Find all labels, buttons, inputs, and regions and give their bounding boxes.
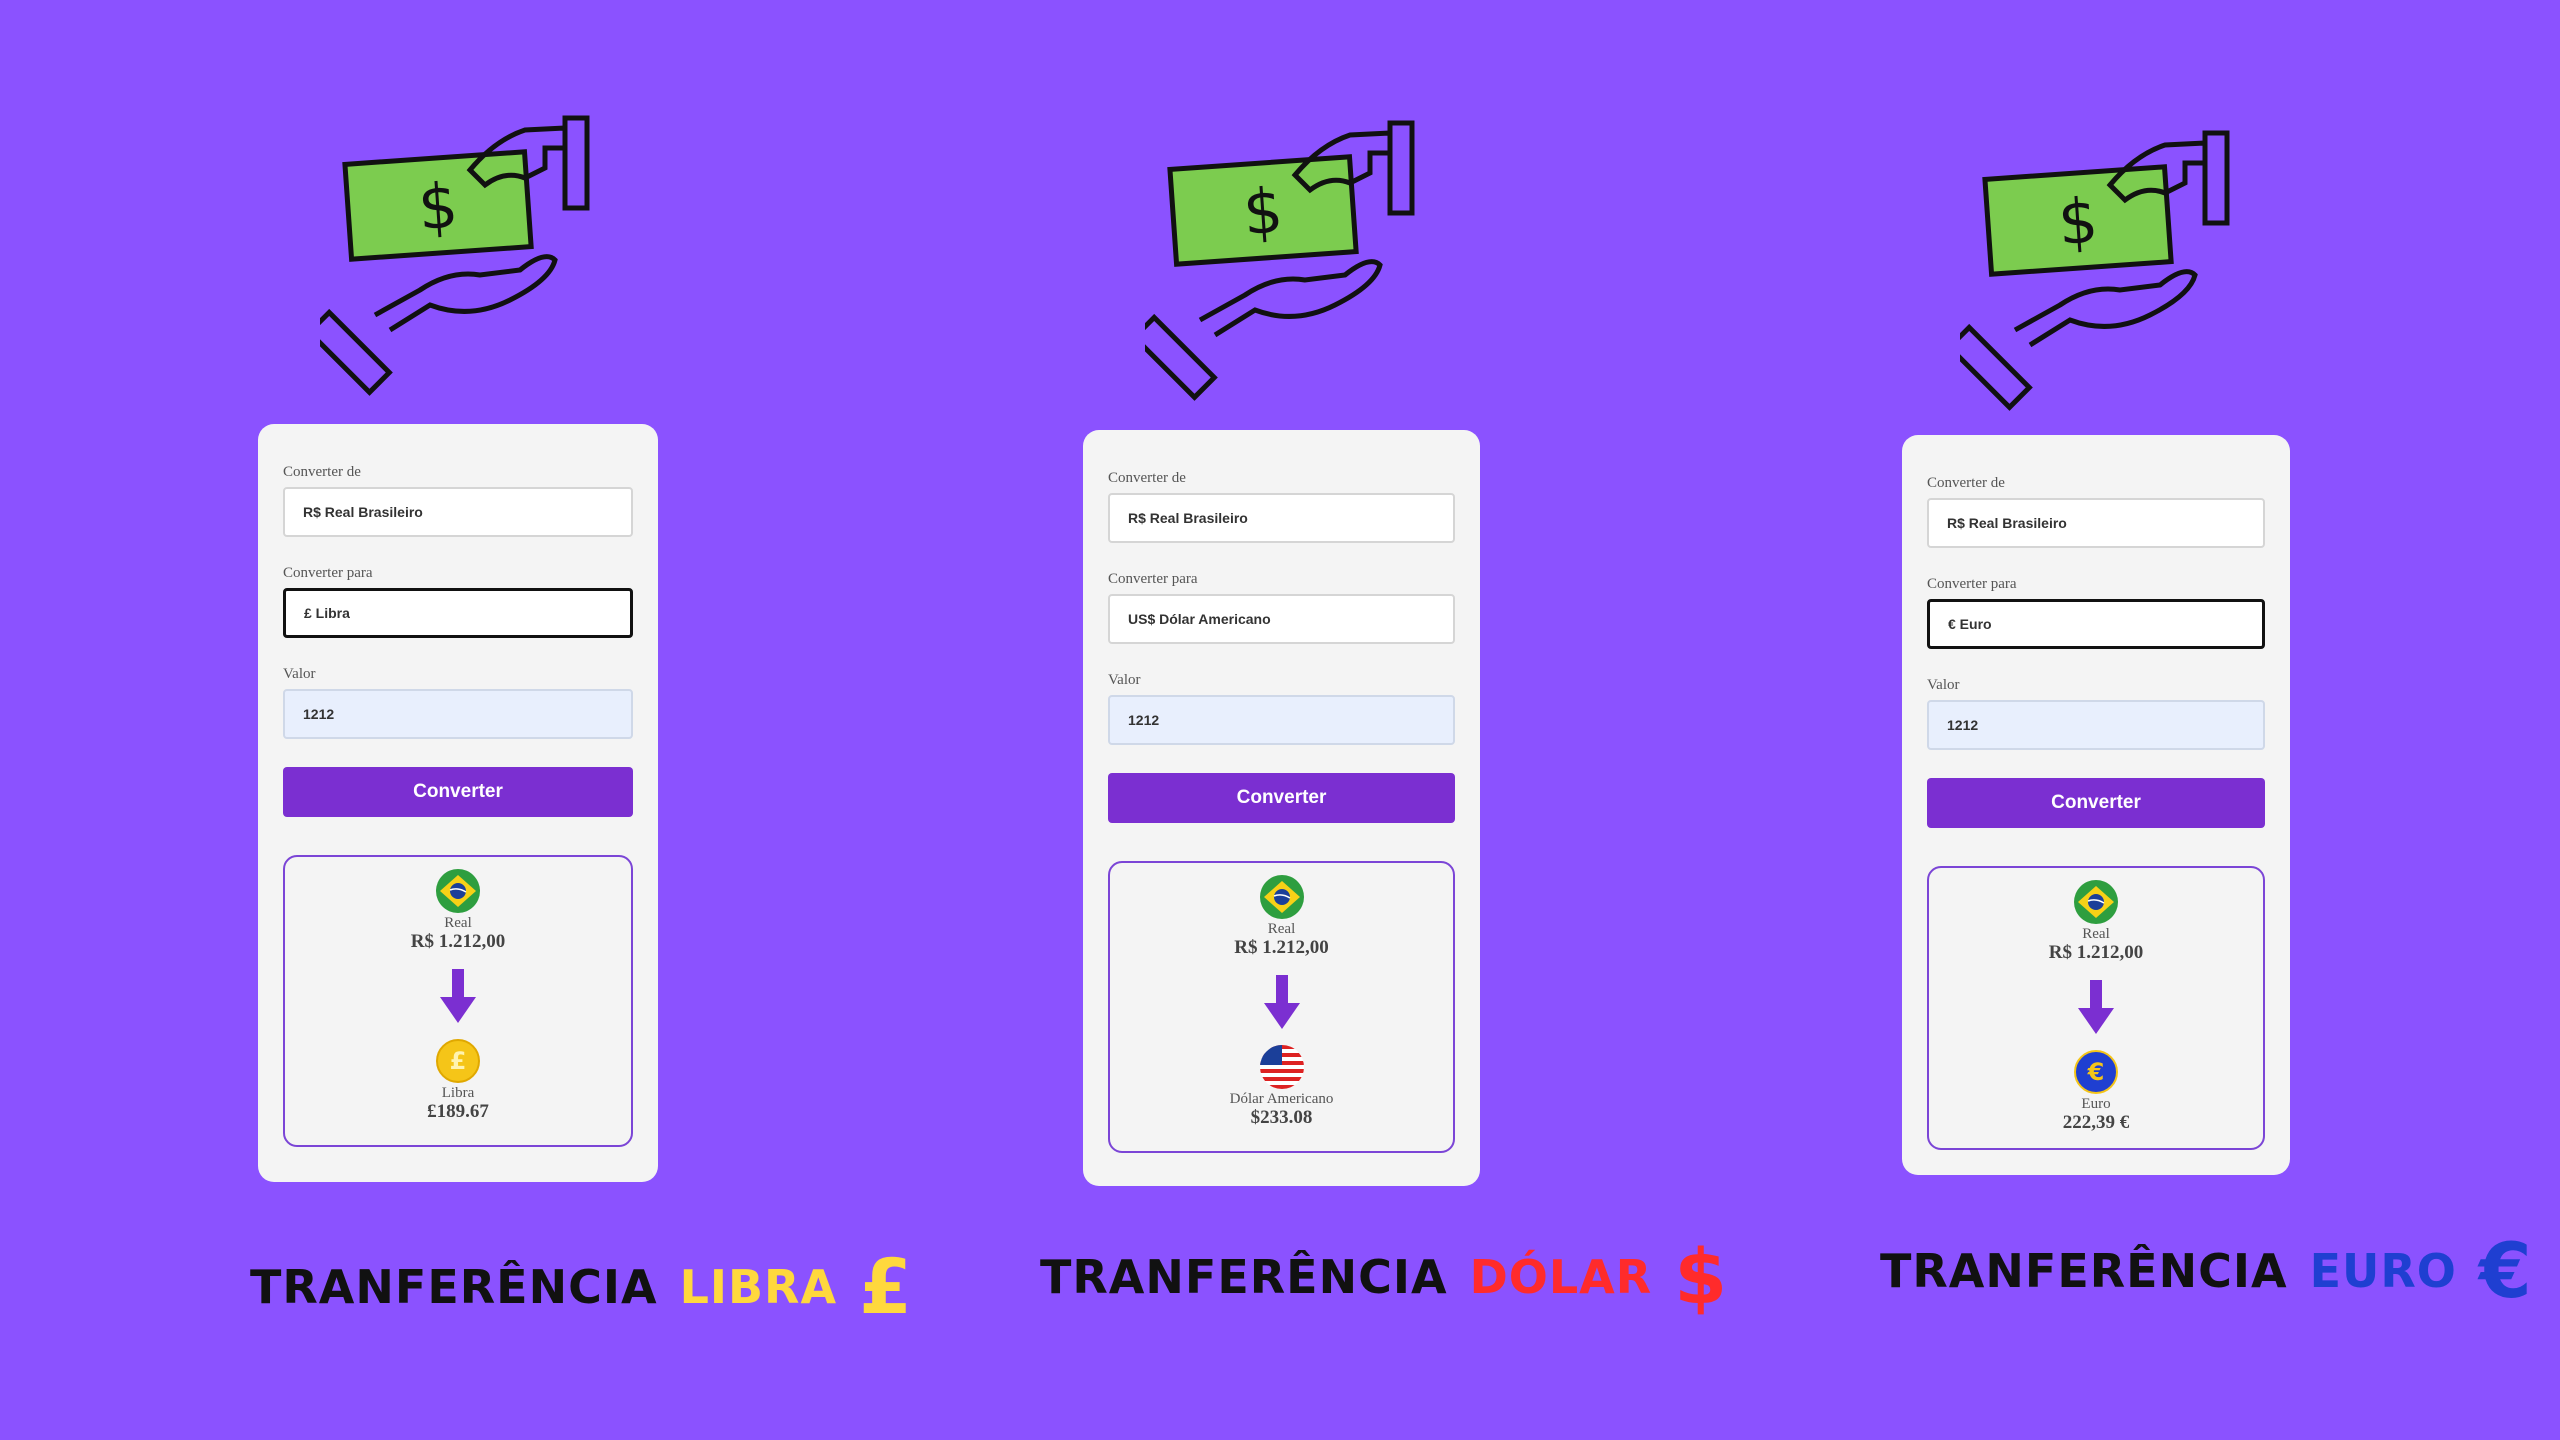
source-currency-name: Real (1267, 921, 1296, 937)
convert-button[interactable]: Converter (1108, 773, 1455, 823)
convert-button[interactable]: Converter (1927, 778, 2265, 828)
amount-label: Valor (1108, 672, 1141, 688)
to-select[interactable]: US$ Dólar Americano (1108, 594, 1455, 644)
caption-symbol: $ (1674, 1232, 1729, 1321)
brazil-flag-icon (1259, 875, 1304, 919)
caption-symbol: £ (859, 1242, 913, 1331)
caption-dolar: TRANFERÊNCIA DÓLAR $ (1040, 1232, 1728, 1321)
result-box: Real R$ 1.212,00 € Euro 222,39 € (1927, 866, 2265, 1150)
amount-label: Valor (1927, 677, 1960, 693)
amount-input[interactable]: 1212 (1108, 695, 1455, 745)
target-currency-name: Dólar Americano (1229, 1091, 1334, 1107)
caption-currency: DÓLAR (1469, 1249, 1653, 1304)
target-amount: 222,39 € (2062, 1112, 2130, 1133)
money-hand-icon: $ (1960, 130, 2230, 411)
target-currency-name: Euro (2081, 1096, 2111, 1112)
panel-euro: $ Converter de R$ Real Brasileiro Conver… (0, 0, 2532, 1440)
money-hand-icon: $ (1145, 120, 1415, 401)
caption-prefix: TRANFERÊNCIA (1040, 1249, 1448, 1304)
source-amount: R$ 1.212,00 (2048, 942, 2144, 963)
from-label: Converter de (1927, 475, 2005, 491)
usa-flag-icon (1259, 1045, 1304, 1089)
target-amount: $233.08 (1250, 1107, 1313, 1128)
result-box: Real R$ 1.212,00 Dólar Americano $233.08 (1108, 861, 1455, 1153)
converter-card: Converter de R$ Real Brasileiro Converte… (1902, 435, 2290, 1175)
caption-symbol: € (2478, 1226, 2533, 1315)
brazil-flag-icon (2074, 880, 2118, 924)
source-currency-name: Real (2082, 926, 2110, 942)
caption-currency: EURO (2309, 1243, 2457, 1298)
svg-text:€: € (2087, 1058, 2105, 1086)
to-label: Converter para (1927, 576, 2017, 592)
source-amount: R$ 1.212,00 (1234, 937, 1329, 958)
from-select[interactable]: R$ Real Brasileiro (1108, 493, 1455, 543)
converter-card: Converter de R$ Real Brasileiro Converte… (1083, 430, 1480, 1186)
to-label: Converter para (1108, 571, 1198, 587)
from-label: Converter de (1108, 470, 1186, 486)
to-select[interactable]: € Euro (1927, 599, 2265, 649)
amount-input[interactable]: 1212 (1927, 700, 2265, 750)
down-arrow-icon (2078, 980, 2114, 1034)
caption-euro: TRANFERÊNCIA EURO € (1880, 1226, 2533, 1315)
euro-coin-icon: € (2074, 1050, 2118, 1094)
caption-currency: LIBRA (679, 1259, 838, 1314)
from-select[interactable]: R$ Real Brasileiro (1927, 498, 2265, 548)
down-arrow-icon (1263, 975, 1300, 1029)
svg-text:$: $ (2056, 184, 2100, 260)
caption-prefix: TRANFERÊNCIA (1880, 1243, 2288, 1298)
svg-text:$: $ (1241, 174, 1285, 250)
